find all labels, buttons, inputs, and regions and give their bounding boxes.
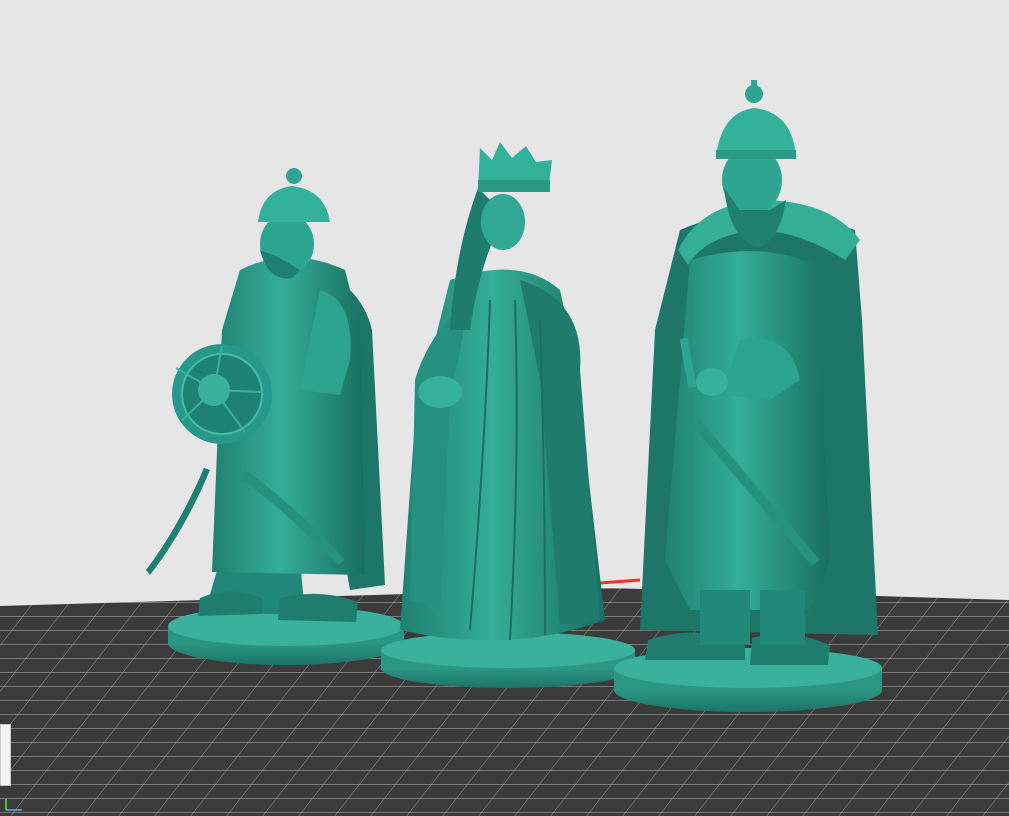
side-panel-edge[interactable] [0, 724, 11, 786]
bed-edge-marker [599, 578, 641, 585]
axis-indicator-icon [5, 799, 22, 811]
3d-viewport[interactable] [0, 0, 1009, 816]
queen-with-crown-figure[interactable] [381, 142, 635, 688]
scene-canvas[interactable] [0, 0, 1009, 816]
bearded-warrior-with-cloak-figure[interactable] [614, 80, 882, 712]
warrior-with-shield-figure[interactable] [146, 168, 404, 665]
